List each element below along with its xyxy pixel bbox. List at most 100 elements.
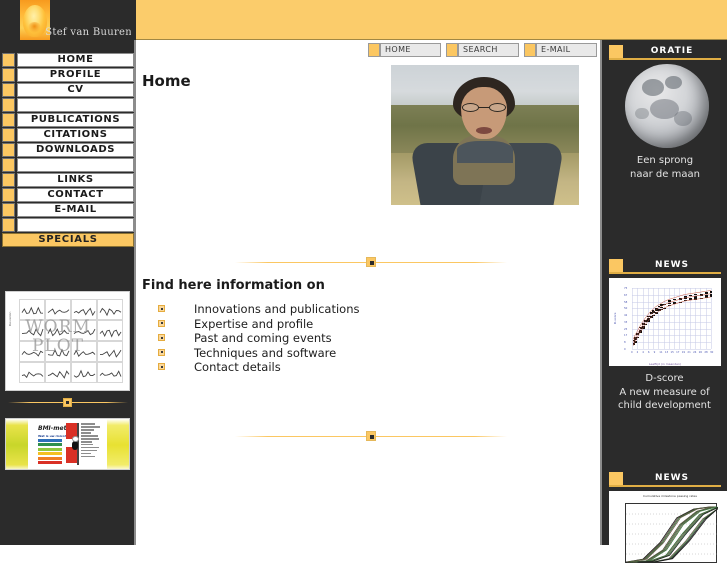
bmimeter-text-line (81, 443, 93, 446)
topnav-label: HOME (380, 43, 441, 57)
sidebar-spacer (0, 98, 136, 113)
bmimeter-text-line (81, 434, 98, 437)
bullet-square-icon (158, 319, 165, 327)
sidebar-item-label: HOME (17, 53, 134, 67)
panel-header-label: NEWS (654, 473, 690, 483)
sidebar-bullet-square-icon (2, 188, 15, 202)
scatter-x-tick: 28 (704, 351, 708, 354)
bmimeter-knob (72, 441, 79, 450)
panel-header-news-1: NEWS (609, 259, 721, 274)
news-1-caption-line2: A new measure of (619, 386, 710, 398)
sidebar-item-label (17, 158, 134, 172)
bmimeter-text-line (81, 440, 93, 443)
growth-plot-area (625, 503, 718, 563)
sidebar-divider (8, 397, 128, 409)
scatter-x-tick: 4 (642, 351, 644, 354)
sidebar-item-links[interactable]: LINKS (0, 173, 136, 188)
sidebar-item-home[interactable]: HOME (0, 53, 136, 68)
sidebar-item-downloads[interactable]: DOWNLOADS (0, 143, 136, 158)
bmimeter-text-block (81, 423, 105, 459)
growth-curves-chart[interactable]: Cumulative milestone passing rates (609, 491, 727, 585)
oratie-caption: Een sprong naar de maan (609, 154, 721, 181)
bullet-square-icon (158, 305, 165, 312)
right-sidebar: ORATIE Een sprong naar de maan NEWS 0 8 17… (602, 40, 727, 585)
bmimeter-legend-bar (38, 447, 62, 451)
wormplot-panel (71, 362, 97, 383)
sidebar-item-profile[interactable]: PROFILE (0, 68, 136, 83)
news-1-caption-line1: D-score (645, 373, 684, 384)
sidebar-item-label: CITATIONS (17, 128, 134, 142)
sidebar-item-e-mail[interactable]: E-MAIL (0, 203, 136, 218)
full-moon-photo (625, 64, 709, 148)
sidebar-item-label: LINKS (17, 173, 134, 187)
glasses-icon (461, 103, 507, 112)
page-title: Home (142, 72, 191, 90)
sidebar-wormplot-thumbnail[interactable]: Deviation WORM PLOT (5, 291, 130, 391)
scatter-x-tick: 21 (687, 351, 691, 354)
sidebar-bmimeter-thumbnail[interactable]: BMI-meter Wat is uw risico? (5, 418, 130, 470)
wormplot-watermark-line1: WORM (25, 317, 91, 337)
bmimeter-text-line (81, 446, 99, 449)
bmimeter-text-line (81, 431, 92, 434)
sidebar-bullet-square-icon (2, 158, 15, 172)
news-1-caption-line3: child development (618, 400, 711, 411)
topnav-search-button[interactable]: SEARCH (446, 43, 519, 57)
sidebar-divider-marker (63, 398, 72, 407)
sidebar-item-contact[interactable]: CONTACT (0, 188, 136, 203)
topnav-e-mail-button[interactable]: E-MAIL (524, 43, 597, 57)
bmimeter-legend-bar (38, 456, 62, 460)
sidebar-bullet-square-icon (2, 128, 15, 142)
scatter-x-tick: 13 (664, 351, 669, 354)
photo-collar (457, 141, 513, 163)
scatter-xlabel: Leeftijd (in maanden) (648, 361, 682, 366)
scatter-y-tick: 75 (624, 287, 628, 290)
panel-header-underline (609, 58, 721, 60)
scatter-x-tick: 11 (659, 351, 663, 354)
topnav-home-button[interactable]: HOME (368, 43, 441, 57)
bmimeter-legend-bar (38, 439, 62, 442)
bullet-square-icon (158, 363, 165, 371)
scatter-ylabel: D-score (613, 312, 617, 324)
site-logo[interactable]: Stef van Buuren (0, 0, 136, 40)
scatter-x-tick: 30 (710, 351, 714, 354)
bmimeter-text-line (81, 423, 96, 425)
sidebar-bullet-square-icon (2, 53, 15, 67)
sidebar-item-label: CONTACT (17, 188, 134, 202)
content-divider-bottom (235, 431, 507, 443)
scatter-x-tick: 26 (698, 351, 703, 354)
page-root: Stef van Buuren HOME PROFILE CV PUBLICATION… (0, 0, 727, 585)
growth-chart-title: Cumulative milestone passing rates (643, 494, 697, 498)
scatter-x-tick: 9 (653, 351, 656, 354)
sidebar-bullet-square-icon (2, 98, 15, 112)
bullet-square-icon (158, 348, 165, 356)
scatter-y-tick: 50 (624, 307, 628, 311)
sidebar-bullet-square-icon (2, 173, 15, 187)
sidebar-item-citations[interactable]: CITATIONS (0, 128, 136, 143)
bmimeter-legend (38, 439, 68, 465)
wormplot-panel (45, 362, 71, 383)
divider-marker (366, 257, 376, 267)
panel-header-label: NEWS (654, 260, 690, 270)
scatter-x-tick: 24 (693, 351, 697, 354)
news-1-caption: D-score A new measure of child developme… (602, 372, 727, 413)
wormplot-watermark: WORM PLOT (6, 318, 110, 356)
scatter-y-tick: 67 (624, 293, 628, 297)
oratie-panel-body[interactable]: Een sprong naar de maan (609, 62, 721, 181)
scatter-y-tick: 33 (624, 320, 628, 324)
scatter-reference-curves (633, 290, 712, 346)
sidebar-item-label: E-MAIL (17, 203, 134, 217)
wormplot-panel (97, 362, 123, 383)
logo-right-edge (131, 0, 136, 45)
info-bullet-label: Expertise and profile (194, 316, 314, 331)
sidebar-item-label: PROFILE (17, 68, 134, 82)
bmimeter-legend-bar (38, 460, 62, 464)
sidebar-bullet-square-icon (2, 203, 15, 217)
d-score-scatter-chart[interactable]: 0 8 17 25 33 42 50 58 67 75 0 2 4 6 9 11 13 15 17 19 21 24 26 2… (609, 278, 721, 366)
scatter-x-tick: 0 (631, 351, 633, 354)
sidebar-item-cv[interactable]: CV (0, 83, 136, 98)
sidebar-item-publications[interactable]: PUBLICATIONS (0, 113, 136, 128)
bmimeter-legend-bar (38, 443, 62, 447)
sidebar-nav: HOME PROFILE CV PUBLICATIONS CITATIONS DOWNLO… (0, 53, 136, 233)
bmimeter-text-line (81, 437, 99, 440)
topnav-label: E-MAIL (536, 43, 597, 57)
